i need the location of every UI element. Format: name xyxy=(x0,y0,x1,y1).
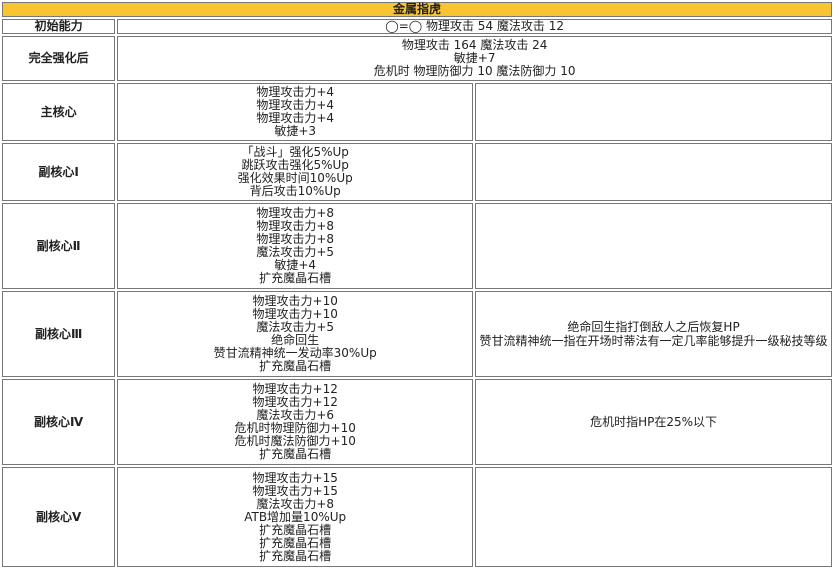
core-row-sub3: 副核心Ⅲ 物理攻击力+10 物理攻击力+10 魔法攻击力+5 绝命回生 赞甘流精… xyxy=(2,291,832,377)
effect-line: 敏捷+3 xyxy=(274,124,317,138)
effect-line: 物理攻击力+15 xyxy=(252,483,338,498)
core-notes xyxy=(475,467,832,567)
core-notes xyxy=(475,83,832,141)
effect-line: ATB增加量10%Up xyxy=(244,509,347,524)
core-label: 主核心 xyxy=(2,83,116,141)
core-label: 副核心Ⅳ xyxy=(2,379,116,465)
title-row: 金属指虎 xyxy=(2,2,832,17)
core-effects: 物理攻击力+8 物理攻击力+8 物理攻击力+8 魔法攻击力+5 敏捷+4 扩充魔… xyxy=(117,203,474,289)
core-label: 副核心Ⅲ xyxy=(2,291,116,377)
note-line: 危机时指HP在25%以下 xyxy=(590,415,718,429)
core-notes xyxy=(475,143,832,201)
full-row: 完全强化后 物理攻击 164 魔法攻击 24 敏捷+7 危机时 物理防御力 10… xyxy=(2,36,832,81)
core-notes xyxy=(475,203,832,289)
core-row-sub5: 副核心Ⅴ 物理攻击力+15 物理攻击力+15 魔法攻击力+8 ATB增加量10%… xyxy=(2,467,832,567)
full-line: 危机时 物理防御力 10 魔法防御力 10 xyxy=(373,64,576,78)
core-label: 副核心Ⅴ xyxy=(2,467,116,567)
core-label: 副核心Ⅰ xyxy=(2,143,116,201)
note-line: 绝命回生指打倒敌人之后恢复HP xyxy=(567,320,740,334)
initial-label: 初始能力 xyxy=(2,19,116,34)
core-row-sub4: 副核心Ⅳ 物理攻击力+12 物理攻击力+12 魔法攻击力+6 危机时物理防御力+… xyxy=(2,379,832,465)
effect-line: 扩充魔晶石槽 xyxy=(259,548,332,563)
initial-value: ◯=◯ 物理攻击 54 魔法攻击 12 xyxy=(117,19,832,34)
effect-line: 物理攻击力+15 xyxy=(252,470,338,485)
core-row-sub2: 副核心Ⅱ 物理攻击力+8 物理攻击力+8 物理攻击力+8 魔法攻击力+5 敏捷+… xyxy=(2,203,832,289)
core-row-sub1: 副核心Ⅰ 「战斗」强化5%Up 跳跃攻击强化5%Up 强化效果时间10%Up 背… xyxy=(2,143,832,201)
core-effects: 「战斗」强化5%Up 跳跃攻击强化5%Up 强化效果时间10%Up 背后攻击10… xyxy=(117,143,474,201)
core-notes: 绝命回生指打倒敌人之后恢复HP 赞甘流精神统一指在开场时蒂法有一定几率能够提升一… xyxy=(475,291,832,377)
core-row-main: 主核心 物理攻击力+4 物理攻击力+4 物理攻击力+4 敏捷+3 xyxy=(2,83,832,141)
effect-line: 扩充魔晶石槽 xyxy=(259,535,332,550)
effect-line: 背后攻击10%Up xyxy=(249,184,341,198)
table-title: 金属指虎 xyxy=(2,2,832,17)
full-values: 物理攻击 164 魔法攻击 24 敏捷+7 危机时 物理防御力 10 魔法防御力… xyxy=(117,36,832,81)
core-effects: 物理攻击力+4 物理攻击力+4 物理攻击力+4 敏捷+3 xyxy=(117,83,474,141)
core-effects: 物理攻击力+12 物理攻击力+12 魔法攻击力+6 危机时物理防御力+10 危机… xyxy=(117,379,474,465)
core-effects: 物理攻击力+15 物理攻击力+15 魔法攻击力+8 ATB增加量10%Up 扩充… xyxy=(117,467,474,567)
effect-line: 魔法攻击力+8 xyxy=(256,496,335,511)
core-effects: 物理攻击力+10 物理攻击力+10 魔法攻击力+5 绝命回生 赞甘流精神统一发动… xyxy=(117,291,474,377)
initial-row: 初始能力 ◯=◯ 物理攻击 54 魔法攻击 12 xyxy=(2,19,832,34)
core-label: 副核心Ⅱ xyxy=(2,203,116,289)
core-notes: 危机时指HP在25%以下 xyxy=(475,379,832,465)
full-label: 完全强化后 xyxy=(2,36,116,81)
note-line: 赞甘流精神统一指在开场时蒂法有一定几率能够提升一级秘技等级 xyxy=(479,334,828,348)
effect-line: 扩充魔晶石槽 xyxy=(259,522,332,537)
effect-line: 扩充魔晶石槽 xyxy=(259,359,332,373)
effect-line: 扩充魔晶石槽 xyxy=(259,271,332,285)
equipment-table: 金属指虎 初始能力 ◯=◯ 物理攻击 54 魔法攻击 12 完全强化后 物理攻击… xyxy=(0,0,834,569)
effect-line: 扩充魔晶石槽 xyxy=(259,447,332,461)
